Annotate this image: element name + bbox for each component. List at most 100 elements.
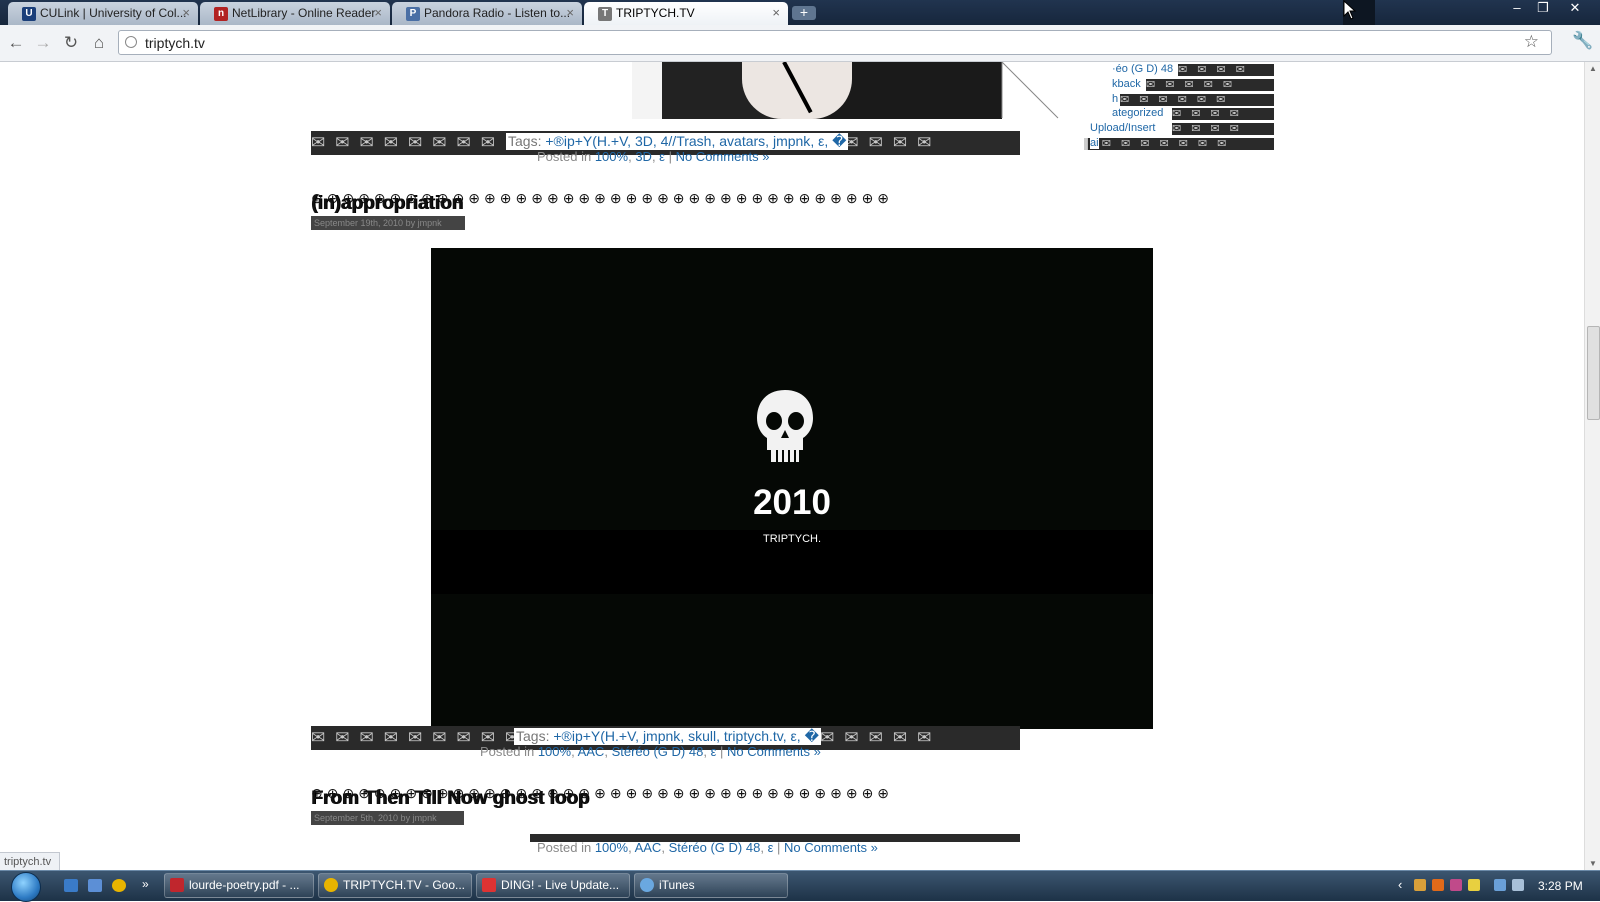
scroll-down-icon[interactable]: ▼ xyxy=(1589,859,1597,868)
close-icon[interactable]: × xyxy=(374,5,382,20)
post-title[interactable]: (in)appropriation xyxy=(311,193,463,215)
category-link[interactable]: Stéréo (G D) 48 xyxy=(612,744,704,759)
tag-link[interactable]: 4//Trash xyxy=(661,133,712,149)
image-corner-lines xyxy=(1001,62,1059,119)
video-player[interactable]: 2010 TRIPTYCH. xyxy=(431,248,1153,729)
taskbar-item-label: TRIPTYCH.TV - Goo... xyxy=(343,878,466,892)
category-link[interactable]: ε xyxy=(768,840,774,855)
tag-link[interactable]: +®ip+Y(H.+V xyxy=(553,728,635,744)
sidebar-link[interactable]: kback xyxy=(1112,78,1141,90)
sidebar-link[interactable]: ategorized xyxy=(1112,107,1164,119)
url-text: triptych.tv xyxy=(145,35,205,51)
volume-icon[interactable] xyxy=(1512,879,1524,891)
minimize-button[interactable]: – xyxy=(1504,0,1530,18)
chrome-icon[interactable] xyxy=(112,879,126,892)
tray-app-icon[interactable] xyxy=(1432,879,1444,891)
tray-app-icon[interactable] xyxy=(1414,879,1426,891)
tab-title: Pandora Radio - Listen to... xyxy=(424,6,571,20)
posted-in: Posted in 100%, 3D, ε | No Comments » xyxy=(537,149,770,164)
post-tags: Tags: +®ip+Y(H.+V, jmpnk, skull, triptyc… xyxy=(514,728,821,745)
category-link[interactable]: ε xyxy=(659,149,665,164)
maximize-button[interactable]: ❐ xyxy=(1530,0,1556,18)
category-link[interactable]: 3D xyxy=(635,149,652,164)
pandora-favicon-icon: P xyxy=(406,7,420,21)
scroll-up-icon[interactable]: ▲ xyxy=(1589,64,1597,73)
tag-link[interactable]: jmpnk xyxy=(643,728,680,744)
triptych-favicon-icon: T xyxy=(598,7,612,21)
comments-link[interactable]: No Comments » xyxy=(676,149,770,164)
close-window-button[interactable]: ✕ xyxy=(1562,0,1588,18)
video-caption: TRIPTYCH. xyxy=(762,533,822,545)
taskbar-item-label: lourde-poetry.pdf - ... xyxy=(189,878,300,892)
sidebar-link[interactable]: ai xyxy=(1090,137,1099,149)
reload-button[interactable]: ↻ xyxy=(60,32,82,54)
category-link[interactable]: Stéréo (G D) 48 xyxy=(669,840,761,855)
explorer-icon[interactable] xyxy=(88,879,102,892)
tab-netlibrary[interactable]: n NetLibrary - Online Reader × xyxy=(200,2,390,25)
sidebar-glitch-bar: ✉✉✉✉ xyxy=(1172,123,1274,135)
taskbar-item-chrome[interactable]: TRIPTYCH.TV - Goo... xyxy=(318,873,472,898)
close-icon[interactable]: × xyxy=(182,5,190,20)
sidebar-glitch-bar: ▌✉✉✉✉✉✉✉ xyxy=(1084,138,1274,150)
back-button[interactable]: ← xyxy=(5,32,27,54)
category-link[interactable]: AAC xyxy=(635,840,662,855)
taskbar-item-pdf[interactable]: lourde-poetry.pdf - ... xyxy=(164,873,314,898)
category-link[interactable]: ε xyxy=(711,744,717,759)
tag-link[interactable]: ε xyxy=(791,728,797,744)
category-link[interactable]: 100% xyxy=(538,744,571,759)
tags-label: Tags: xyxy=(508,133,542,149)
comments-link[interactable]: No Comments » xyxy=(727,744,821,759)
close-icon[interactable]: × xyxy=(566,5,574,20)
sidebar-link[interactable]: h xyxy=(1112,93,1119,105)
vertical-scrollbar[interactable]: ▲ ▼ xyxy=(1584,62,1600,870)
tag-link[interactable]: skull xyxy=(688,728,716,744)
taskbar-item-ding[interactable]: DING! - Live Update... xyxy=(476,873,630,898)
taskbar-item-itunes[interactable]: iTunes xyxy=(634,873,788,898)
tab-pandora[interactable]: P Pandora Radio - Listen to... × xyxy=(392,2,582,25)
bookmark-star-icon[interactable]: ☆ xyxy=(1524,32,1539,52)
sidebar-glitch-bar: ✉✉✉✉ xyxy=(1178,64,1274,76)
netlibrary-favicon-icon: n xyxy=(214,7,228,21)
post-image-fragment xyxy=(632,62,1002,119)
start-button[interactable] xyxy=(11,872,41,902)
network-icon[interactable] xyxy=(1494,879,1506,891)
clock[interactable]: 3:28 PM xyxy=(1538,879,1583,893)
tag-link[interactable]: 3D xyxy=(635,133,653,149)
new-tab-button[interactable]: + xyxy=(792,5,816,20)
tray-app-icon[interactable] xyxy=(1450,879,1462,891)
sidebar-link[interactable]: Upload/Insert xyxy=(1090,122,1156,134)
home-button[interactable]: ⌂ xyxy=(88,32,110,54)
tag-link[interactable]: jmpnk xyxy=(773,133,810,149)
category-link[interactable]: 100% xyxy=(595,840,628,855)
tag-link[interactable]: triptych.tv xyxy=(724,728,783,744)
chrome-icon xyxy=(324,878,338,892)
tab-triptych[interactable]: T TRIPTYCH.TV × xyxy=(584,2,788,25)
sidebar-link[interactable]: ·éo (G D) 48 xyxy=(1112,63,1174,75)
wrench-menu-icon[interactable]: 🔧 xyxy=(1572,31,1593,51)
tag-link[interactable]: ε xyxy=(818,133,824,149)
forward-button[interactable]: → xyxy=(32,32,54,54)
post-meta: September 19th, 2010 by jmpnk xyxy=(311,216,465,230)
tags-label: Tags: xyxy=(516,728,550,744)
tray-expand-icon[interactable]: ‹ xyxy=(1398,877,1402,892)
tab-title: CULink | University of Col... xyxy=(40,6,187,20)
tab-culink[interactable]: U CULink | University of Col... × xyxy=(8,2,198,25)
tag-link[interactable]: � xyxy=(805,728,819,744)
overflow-chevron-icon[interactable]: » xyxy=(142,877,149,891)
taskbar-item-label: DING! - Live Update... xyxy=(501,878,620,892)
tag-link[interactable]: avatars xyxy=(719,133,765,149)
tray-app-icon[interactable] xyxy=(1468,879,1480,891)
scrollbar-thumb[interactable] xyxy=(1587,326,1600,420)
tag-link[interactable]: � xyxy=(832,133,846,149)
globe-icon xyxy=(125,36,137,48)
category-link[interactable]: AAC xyxy=(578,744,605,759)
close-icon[interactable]: × xyxy=(772,5,780,20)
show-desktop-icon[interactable] xyxy=(64,879,78,892)
post-title[interactable]: From Then Till Now ghost loop xyxy=(311,788,589,810)
comments-link[interactable]: No Comments » xyxy=(784,840,878,855)
tab-title: TRIPTYCH.TV xyxy=(616,6,695,20)
address-bar[interactable]: triptych.tv ☆ xyxy=(118,30,1552,55)
tab-strip: U CULink | University of Col... × n NetL… xyxy=(0,0,1600,32)
tag-link[interactable]: +®ip+Y(H.+V xyxy=(545,133,627,149)
category-link[interactable]: 100% xyxy=(595,149,628,164)
